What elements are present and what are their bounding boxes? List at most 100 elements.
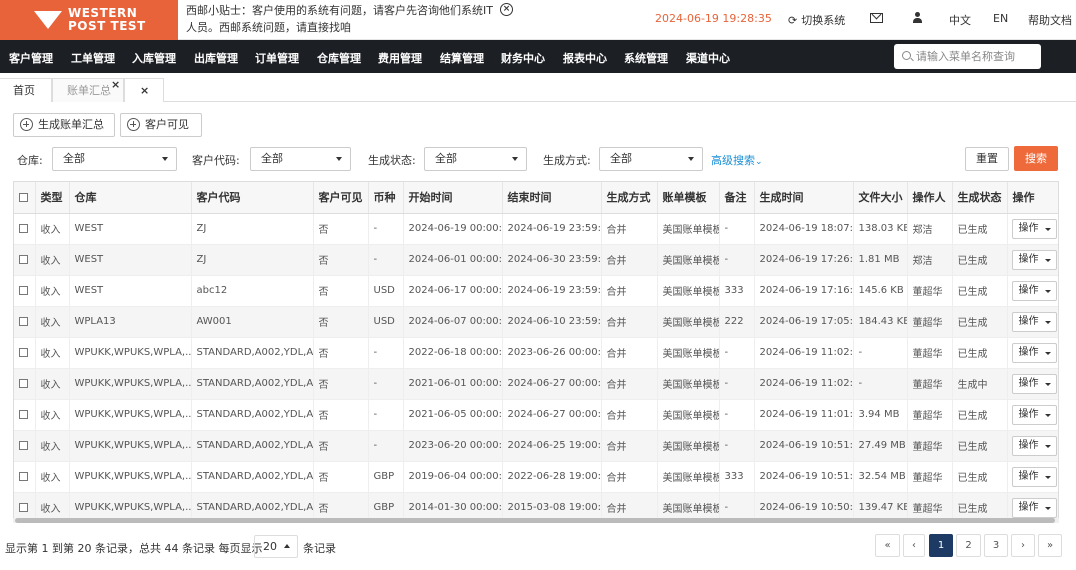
row-action-dropdown[interactable]: 操作: [1011, 373, 1057, 394]
menu-item-order[interactable]: 订单管理: [255, 50, 299, 66]
checkbox-icon: [19, 502, 28, 512]
cell-end-time: 2024-06-30 23:59:59: [502, 244, 602, 276]
row-action-dropdown[interactable]: 操作: [1011, 342, 1057, 363]
cell-bill-template: 美国账单模板: [657, 337, 720, 369]
page-1-button[interactable]: 1: [929, 534, 953, 557]
customer-visible-button[interactable]: 客户可见: [120, 113, 202, 137]
tab-home[interactable]: 首页: [0, 78, 52, 102]
cell-gen-status: 已生成: [952, 399, 1008, 431]
scrollbar-thumb[interactable]: [15, 518, 1055, 523]
menu-item-fee[interactable]: 费用管理: [378, 50, 422, 66]
row-action-dropdown[interactable]: 操作: [1011, 404, 1057, 425]
row-checkbox[interactable]: [14, 430, 36, 462]
gen-method-select[interactable]: 全部: [599, 147, 703, 171]
row-checkbox[interactable]: [14, 275, 36, 307]
cell-customer-visible: 否: [313, 213, 369, 245]
generate-bill-summary-button[interactable]: 生成账单汇总: [13, 113, 115, 137]
menu-item-workorder[interactable]: 工单管理: [71, 50, 115, 66]
cell-type: 收入: [35, 399, 70, 431]
first-page-button[interactable]: «: [875, 534, 900, 557]
menu-search-input[interactable]: 请输入菜单名称查询: [894, 44, 1041, 69]
menu-item-system[interactable]: 系统管理: [624, 50, 668, 66]
page-size-select[interactable]: 20: [254, 535, 298, 558]
cell-operator: 董超华: [907, 430, 953, 462]
row-action-dropdown[interactable]: 操作: [1011, 249, 1057, 270]
cell-currency: -: [368, 399, 404, 431]
menu-item-customer[interactable]: 客户管理: [9, 50, 53, 66]
search-button[interactable]: 搜索: [1014, 146, 1058, 171]
row-checkbox[interactable]: [14, 337, 36, 369]
switch-system-button[interactable]: ⟳ 切换系统: [788, 12, 845, 28]
menu-item-settlement[interactable]: 结算管理: [440, 50, 484, 66]
select-all-checkbox[interactable]: [14, 182, 36, 214]
cell-type: 收入: [35, 213, 70, 245]
cell-remark: -: [719, 430, 755, 462]
cell-end-time: 2024-06-27 00:00:00: [502, 368, 602, 400]
checkbox-icon: [19, 193, 28, 203]
cell-currency: GBP: [368, 492, 404, 520]
cell-end-time: 2015-03-08 19:00:00: [502, 492, 602, 520]
row-checkbox[interactable]: [14, 461, 36, 493]
next-page-button[interactable]: ›: [1011, 534, 1035, 557]
chevron-down-icon: [1044, 258, 1051, 262]
cell-gen-time: 2024-06-19 10:50:48: [754, 492, 854, 520]
cell-bill-template: 美国账单模板: [657, 213, 720, 245]
menu-item-outbound[interactable]: 出库管理: [194, 50, 238, 66]
menu-item-channel[interactable]: 渠道中心: [686, 50, 730, 66]
cell-remark: 333: [719, 461, 755, 493]
close-all-tabs-button[interactable]: ×: [124, 78, 164, 102]
cell-remark: 222: [719, 306, 755, 338]
row-checkbox[interactable]: [14, 306, 36, 338]
cell-customer-code: STANDARD,A002,YDL,A...: [191, 337, 314, 369]
row-checkbox[interactable]: [14, 213, 36, 245]
row-action-dropdown[interactable]: 操作: [1011, 497, 1057, 518]
row-action-dropdown[interactable]: 操作: [1011, 435, 1057, 456]
close-tab-icon[interactable]: ×: [111, 73, 120, 96]
row-checkbox[interactable]: [14, 492, 36, 520]
cell-gen-time: 2024-06-19 11:02:45: [754, 337, 854, 369]
cell-gen-time: 2024-06-19 10:51:42: [754, 430, 854, 462]
checkbox-icon: [19, 254, 28, 264]
row-action-dropdown[interactable]: 操作: [1011, 218, 1057, 239]
row-action-label: 操作: [1018, 253, 1039, 265]
table-row: 收入 WPUKK,WPUKS,WPLA,... STANDARD,A002,YDL,…: [14, 399, 1058, 431]
cell-end-time: 2024-06-19 23:59:59: [502, 275, 602, 307]
cell-gen-method: 合并: [601, 399, 658, 431]
menu-item-inbound[interactable]: 入库管理: [132, 50, 176, 66]
warehouse-select[interactable]: 全部: [52, 147, 177, 171]
reset-button[interactable]: 重置: [965, 147, 1009, 171]
lang-zh-link[interactable]: 中文: [949, 12, 971, 28]
tab-bill-summary[interactable]: 账单汇总 ×: [52, 78, 124, 102]
row-checkbox[interactable]: [14, 244, 36, 276]
customer-code-select[interactable]: 全部: [250, 147, 351, 171]
menu-item-report[interactable]: 报表中心: [563, 50, 607, 66]
row-action-dropdown[interactable]: 操作: [1011, 466, 1057, 487]
page-3-button[interactable]: 3: [984, 534, 1008, 557]
advanced-search-link[interactable]: 高级搜索⌄: [711, 152, 763, 168]
row-action-dropdown[interactable]: 操作: [1011, 280, 1057, 301]
table-row: 收入 WPUKK,WPUKS,WPLA,... STANDARD,A002,YDL,…: [14, 430, 1058, 462]
gen-status-select[interactable]: 全部: [424, 147, 527, 171]
user-icon[interactable]: [913, 12, 922, 24]
lang-en-link[interactable]: EN: [993, 12, 1008, 25]
row-action-dropdown[interactable]: 操作: [1011, 311, 1057, 332]
generate-bill-summary-label: 生成账单汇总: [38, 118, 104, 131]
close-tip-icon[interactable]: ×: [500, 3, 513, 16]
cell-end-time: 2024-06-25 19:00:00: [502, 430, 602, 462]
mail-icon[interactable]: [870, 13, 883, 23]
page-2-button[interactable]: 2: [956, 534, 981, 557]
menu-item-warehouse[interactable]: 仓库管理: [317, 50, 361, 66]
prev-page-button[interactable]: ‹: [903, 534, 925, 557]
row-checkbox[interactable]: [14, 399, 36, 431]
page-size-unit: 条记录: [303, 542, 336, 555]
help-docs-link[interactable]: 帮助文档: [1028, 12, 1072, 28]
horizontal-scrollbar[interactable]: [13, 518, 1059, 523]
cell-start-time: 2024-06-01 00:00:00: [403, 244, 503, 276]
last-page-button[interactable]: »: [1038, 534, 1062, 557]
menu-item-finance[interactable]: 财务中心: [501, 50, 545, 66]
cell-file-size: 184.43 KB: [853, 306, 908, 338]
cell-bill-template: 美国账单模板: [657, 492, 720, 520]
cell-start-time: 2023-06-20 00:00:00: [403, 430, 503, 462]
switch-system-label: 切换系统: [801, 14, 846, 27]
row-checkbox[interactable]: [14, 368, 36, 400]
